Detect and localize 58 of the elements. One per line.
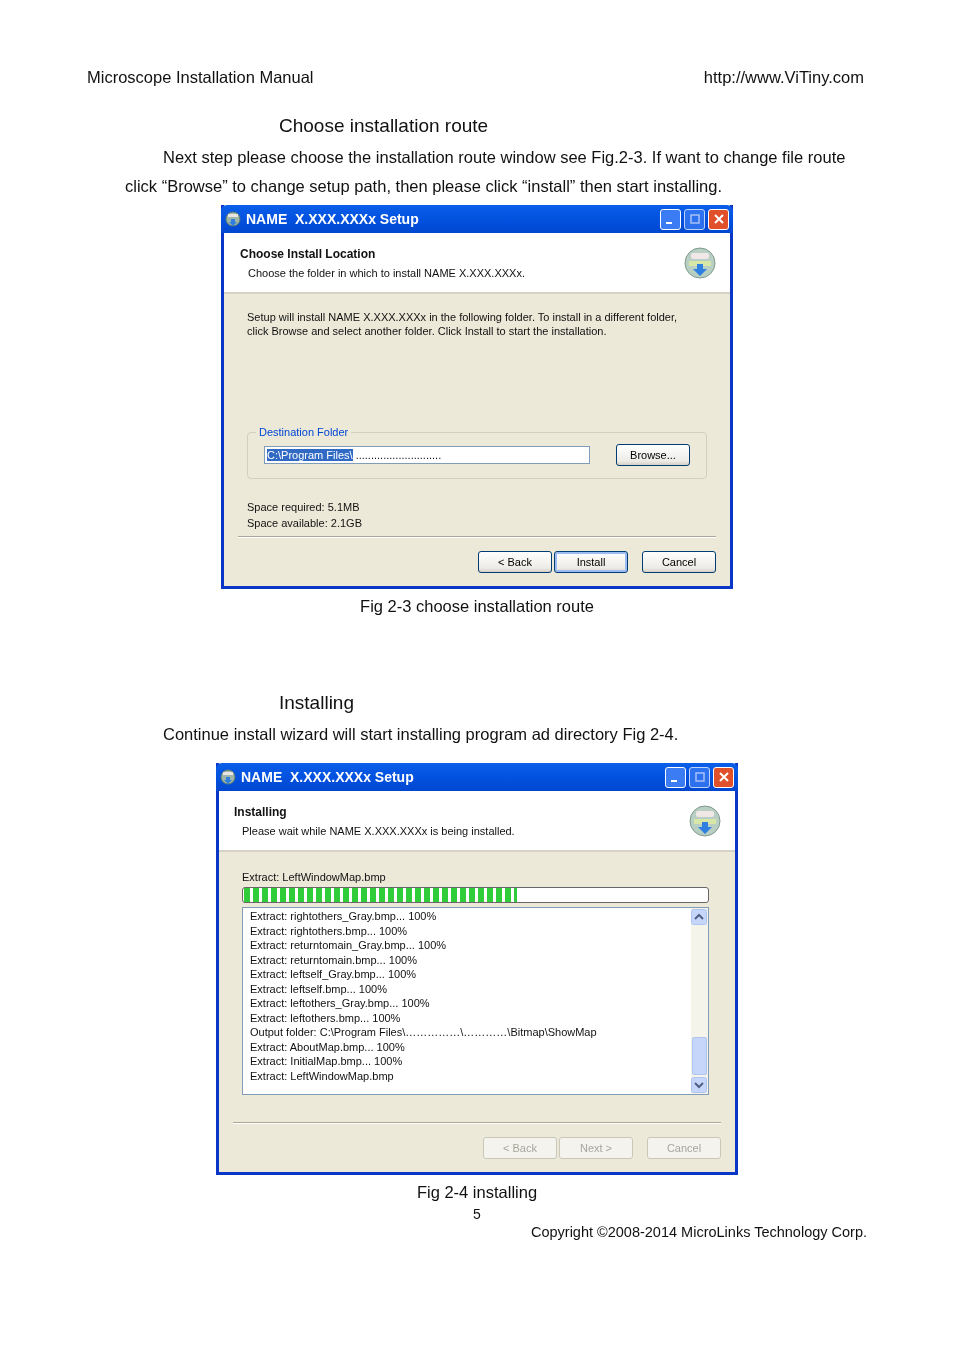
status-text: Extract: LeftWindowMap.bmp <box>242 871 387 883</box>
minimize-button[interactable] <box>660 208 681 230</box>
maximize-icon <box>694 772 705 782</box>
scroll-down-icon[interactable] <box>691 1077 707 1093</box>
dialog-button[interactable]: Install <box>554 551 628 573</box>
maximize-icon <box>689 214 700 224</box>
log-line: Output folder: C:\Program Files\……………\…………\Bitmap\ShowMap <box>250 1025 598 1040</box>
log-line: Extract: AboutMap.bmp... 100% <box>250 1039 406 1054</box>
page-subtitle: Choose the folder in which to install NAME X.XXX.XXXx. <box>248 266 525 279</box>
scroll-up-icon[interactable] <box>691 909 707 925</box>
figure-caption: Fig 2-4 installing <box>415 1183 539 1202</box>
installer-icon <box>220 769 236 785</box>
header-url: http://www.ViTiny.com <box>703 68 864 87</box>
scrollbar[interactable] <box>691 908 708 1094</box>
log-line: Extract: LeftWindowMap.bmp <box>250 1068 395 1083</box>
page-title: Choose Install Location <box>240 246 377 261</box>
page-subtitle: Please wait while NAME X.XXX.XXXx is being installed. <box>242 824 515 837</box>
installer-logo-icon <box>689 804 721 837</box>
space-info: Space available: 2.1GB <box>247 516 363 531</box>
page-number: 5 <box>472 1206 482 1222</box>
copyright-text: Copyright ©2008-2014 MicroLinks Technology Corp. <box>529 1224 868 1240</box>
window-title: NAME X.XXX.XXXx Setup <box>246 211 420 227</box>
log-line: Extract: rightothers_Gray.bmp... 100% <box>250 909 438 924</box>
close-button[interactable] <box>708 208 729 230</box>
section-heading: Choose installation route <box>278 115 490 137</box>
close-icon <box>713 214 724 224</box>
paragraph: Continue install wizard will start installing program ad directory Fig 2-4. <box>162 724 680 745</box>
installer-icon <box>225 211 241 227</box>
maximize-button[interactable] <box>684 208 705 230</box>
paragraph: Next step please choose the installation route window see Fig.2-3. If want to change file route click “Browse” to change setup path, then please click “install” then start installing. <box>124 147 847 197</box>
log-line: Extract: leftself_Gray.bmp... 100% <box>250 967 418 982</box>
header-title: Microscope Installation Manual <box>87 68 314 87</box>
window-title: NAME X.XXX.XXXx Setup <box>241 769 415 785</box>
group-label: Destination Folder <box>258 426 350 438</box>
browse-button[interactable]: Browse... <box>616 444 690 466</box>
log-line: Extract: InitialMap.bmp... 100% <box>250 1054 404 1069</box>
log-line: Extract: leftothers_Gray.bmp... 100% <box>250 996 431 1011</box>
log-line: Extract: rightothers.bmp... 100% <box>250 923 409 938</box>
figure-caption: Fig 2-3 choose installation route <box>359 597 595 616</box>
space-info: Space required: 5.1MB <box>247 500 361 515</box>
description-text: Setup will install NAME X.XXX.XXXx in the following folder. To install in a different folder, click Browse and select another folder. Click Install to start the installation. <box>247 310 679 338</box>
log-line: Extract: leftself.bmp... 100% <box>250 981 388 996</box>
path-field[interactable]: C:\Program Files\ ............................ <box>264 446 590 464</box>
dialog-button[interactable]: Cancel <box>642 551 716 573</box>
maximize-button[interactable] <box>689 766 710 788</box>
minimize-button[interactable] <box>665 766 686 788</box>
log-line: Extract: returntomain.bmp... 100% <box>250 952 418 967</box>
log-line: Extract: leftothers.bmp... 100% <box>250 1010 402 1025</box>
dialog-button[interactable]: < Back <box>478 551 552 573</box>
minimize-icon <box>670 780 677 782</box>
close-icon <box>718 772 729 782</box>
log-line: Extract: returntomain_Gray.bmp... 100% <box>250 938 448 953</box>
scroll-thumb[interactable] <box>692 1037 707 1075</box>
minimize-icon <box>665 222 672 224</box>
close-button[interactable] <box>713 766 734 788</box>
section-heading: Installing <box>278 692 355 714</box>
page-title: Installing <box>234 804 288 819</box>
installer-logo-icon <box>684 246 716 279</box>
